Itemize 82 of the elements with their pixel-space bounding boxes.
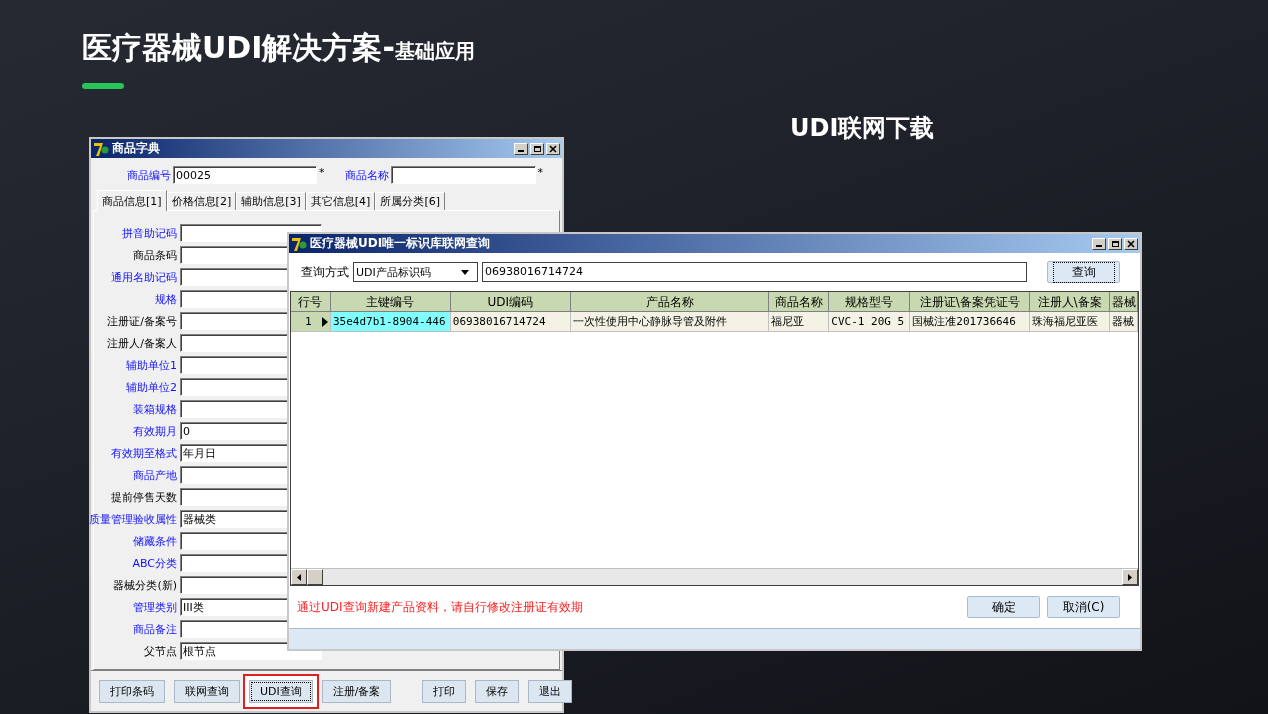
app-icon: [93, 140, 109, 157]
action-button[interactable]: 联网查询: [174, 679, 240, 703]
row-number: 1: [291, 312, 331, 332]
column-header[interactable]: 商品名称: [769, 292, 830, 312]
field-label: 注册人/备案人: [107, 335, 177, 351]
field-label: ABC分类: [132, 555, 177, 571]
caret-icon: [461, 269, 469, 275]
column-header[interactable]: 注册人\备案: [1030, 292, 1111, 312]
field-label: 质量管理验收属性: [89, 511, 177, 527]
field-label: 拼音助记码: [122, 225, 177, 241]
close-button[interactable]: [546, 142, 560, 155]
field-label: 储藏条件: [133, 533, 177, 549]
maximize-button[interactable]: [530, 142, 544, 155]
required-mark: *: [537, 166, 543, 179]
column-header[interactable]: 器械: [1110, 292, 1138, 312]
tab[interactable]: 价格信息[2]: [166, 192, 237, 210]
column-header[interactable]: 行号: [291, 292, 331, 312]
accent-bar: [82, 83, 124, 89]
field-label: 器械分类(新): [113, 577, 177, 593]
required-mark: *: [319, 166, 325, 179]
field-label: 辅助单位1: [126, 357, 177, 373]
dialog-button[interactable]: 确定: [967, 596, 1040, 618]
field-label: 装箱规格: [133, 401, 177, 417]
field-label: 辅助单位2: [126, 379, 177, 395]
column-header[interactable]: UDI编码: [450, 292, 571, 312]
query-label: 查询方式: [301, 263, 349, 281]
query-mode-dropdown[interactable]: UDI产品标识码: [353, 262, 478, 282]
field-label: 父节点: [144, 643, 177, 659]
slide-subtitle: 基础应用: [394, 38, 475, 65]
table-cell: 06938016714724: [450, 312, 571, 332]
column-header[interactable]: 主键编号: [330, 292, 451, 312]
minimize-button[interactable]: [514, 142, 528, 155]
field-label: 提前停售天数: [111, 489, 177, 505]
scroll-thumb[interactable]: [307, 569, 323, 585]
field-label: 有效期至格式: [111, 445, 177, 461]
scroll-right-button[interactable]: [1122, 569, 1138, 585]
column-header[interactable]: 规格型号: [829, 292, 911, 312]
field-label: 商品产地: [133, 467, 177, 483]
field-label: 通用名助记码: [111, 269, 177, 285]
maximize-button[interactable]: [1108, 237, 1122, 250]
dialog-button[interactable]: 取消(C): [1047, 596, 1120, 618]
scroll-left-button[interactable]: [291, 569, 307, 585]
field-label: 商品编号: [127, 167, 171, 183]
left-arrow-icon: [297, 573, 301, 581]
tab[interactable]: 商品信息[1]: [97, 190, 167, 211]
field-label: 商品条码: [133, 247, 177, 263]
input-field[interactable]: [390, 166, 536, 184]
window-title: 医疗器械UDI唯一标识库联网查询: [310, 235, 491, 252]
action-button[interactable]: 打印条码: [99, 679, 165, 703]
minimize-button[interactable]: [1092, 237, 1106, 250]
column-header[interactable]: 产品名称: [570, 292, 770, 312]
field-label: 商品名称: [344, 167, 389, 183]
table-cell: 器械: [1110, 312, 1138, 332]
section-heading: UDI联网下载: [790, 113, 935, 144]
window-title: 商品字典: [112, 140, 160, 157]
tab[interactable]: 其它信息[4]: [305, 192, 376, 210]
query-button[interactable]: 查询: [1047, 261, 1120, 283]
action-button[interactable]: 注册/备案: [321, 679, 392, 703]
slide-title: 医疗器械UDI解决方案-: [82, 29, 395, 67]
action-button[interactable]: 打印: [422, 679, 467, 703]
tab[interactable]: 辅助信息[3]: [236, 192, 306, 210]
table-cell: 35e4d7b1-8904-446: [330, 312, 451, 332]
tab[interactable]: 所属分类[6]: [375, 192, 445, 210]
action-button[interactable]: 保存: [475, 679, 520, 703]
query-field[interactable]: 06938016714724: [482, 262, 1027, 282]
horizontal-scrollbar[interactable]: [291, 568, 1138, 585]
field-label: 注册证/备案号: [107, 313, 177, 329]
table-cell: 国械注准201736646: [910, 312, 1031, 332]
field-label: 规格: [155, 291, 177, 307]
close-button[interactable]: [1124, 237, 1138, 250]
right-arrow-icon: [1128, 573, 1132, 581]
action-button[interactable]: 退出: [528, 679, 573, 703]
field-label: 商品备注: [133, 621, 177, 637]
field-label: 管理类别: [133, 599, 177, 615]
table-cell: 珠海福尼亚医: [1030, 312, 1111, 332]
table-cell: CVC-1 20G 5: [829, 312, 911, 332]
table-cell: 福尼亚: [769, 312, 830, 332]
column-header[interactable]: 注册证\备案凭证号: [910, 292, 1031, 312]
input-field[interactable]: 00025: [173, 166, 317, 184]
app-icon: [291, 235, 307, 252]
field-label: 有效期月: [133, 423, 177, 439]
table-cell: 一次性使用中心静脉导管及附件: [570, 312, 770, 332]
